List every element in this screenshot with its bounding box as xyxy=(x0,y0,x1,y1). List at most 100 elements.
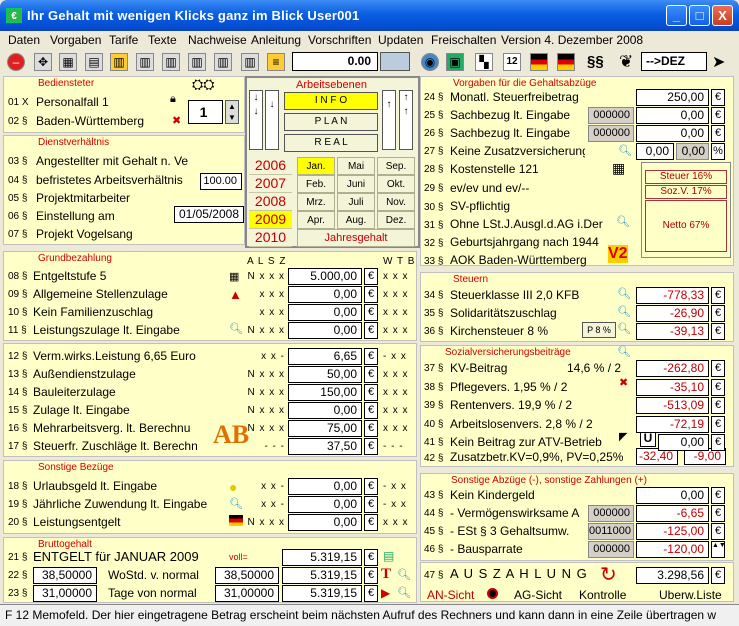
line-item-value[interactable]: 6,65 xyxy=(288,348,362,365)
projekt-label[interactable]: Projekt Vogelsang xyxy=(36,227,133,241)
kontrolle-button[interactable]: Kontrolle xyxy=(579,588,626,602)
magnifier-icon[interactable]: 🔍︎ xyxy=(397,568,411,581)
line-item-label[interactable]: Leistungsentgelt xyxy=(33,515,228,529)
year-2009[interactable]: 2009 xyxy=(249,211,292,229)
magnifier-icon[interactable]: 🔍︎ xyxy=(617,305,631,318)
tage-input[interactable]: 31,00000 xyxy=(33,585,97,602)
stack-icon[interactable]: ≡ xyxy=(267,53,285,71)
line-item-value[interactable]: 0,00 xyxy=(288,478,362,495)
flag-icon[interactable]: ◤ xyxy=(619,430,627,443)
an-sicht-button[interactable]: AN-Sicht xyxy=(427,588,474,602)
wostd-input[interactable]: 38,50000 xyxy=(33,567,97,584)
line-item-value[interactable]: 0,00 xyxy=(288,286,362,303)
abzug-label[interactable]: - Vermögenswirksame A xyxy=(450,506,590,520)
close-button[interactable]: X xyxy=(712,5,733,26)
sv-label[interactable]: Kein Beitrag zur ATV-Betrieb xyxy=(450,435,615,449)
spinner-arrows[interactable]: ▲▼ xyxy=(711,541,726,558)
abzug-label[interactable]: - ESt § 3 Gehaltsumw. xyxy=(450,524,590,538)
year-2007[interactable]: 2007 xyxy=(249,175,292,193)
sv-pflichtig-label[interactable]: SV-pflichtig xyxy=(450,199,510,213)
spinner-arrows[interactable]: ▲▼ xyxy=(225,100,239,124)
ueberweisungsliste-button[interactable]: Uberw.Liste xyxy=(659,588,722,602)
vorgabe-code[interactable]: 000000 xyxy=(588,107,634,124)
p8-button[interactable]: P 8 % xyxy=(582,322,616,338)
line-item-label[interactable]: Zulage lt. Eingabe xyxy=(33,403,228,417)
line-item-value[interactable]: 0,00 xyxy=(288,496,362,513)
info-button[interactable]: I N F O xyxy=(284,92,378,110)
ag-sicht-button[interactable]: AG-Sicht xyxy=(514,588,562,602)
magnifier-icon[interactable]: 🔍︎ xyxy=(618,144,632,157)
abzug-value[interactable]: -120,00 xyxy=(636,541,709,558)
beschaeftigung-label[interactable]: Angestellter mit Gehalt n. Ve xyxy=(36,154,241,168)
down-arrow-icon[interactable]: ↓ ↓ xyxy=(249,90,263,150)
german-flag-icon[interactable] xyxy=(530,53,548,71)
calculator-icon[interactable] xyxy=(380,52,410,71)
line-item-value[interactable]: 0,00 xyxy=(288,304,362,321)
abzug-code[interactable]: 000000 xyxy=(588,505,634,522)
grid-icon[interactable]: ▦ xyxy=(612,160,625,177)
maximize-button[interactable]: □ xyxy=(689,5,710,26)
menu-updaten[interactable]: Updaten xyxy=(378,33,423,47)
tt-icon[interactable]: T xyxy=(381,566,391,583)
sv-label[interactable]: Rentenvers. 19,9 % / 2 xyxy=(450,398,615,412)
warning-icon[interactable]: ▲ xyxy=(229,287,242,302)
menu-nachweise[interactable]: Nachweise xyxy=(188,33,247,47)
line-item-label[interactable]: Kein Familienzuschlag xyxy=(33,305,228,319)
line-item-label[interactable]: Leistungszulage lt. Eingabe xyxy=(33,323,228,337)
v2-icon[interactable]: V2 xyxy=(608,245,628,263)
menu-anleitung[interactable]: Anleitung xyxy=(251,33,301,47)
up-arrow-icon[interactable]: ↑ ↑ xyxy=(399,90,413,150)
line-item-value[interactable]: 0,00 xyxy=(288,322,362,339)
year-2006[interactable]: 2006 xyxy=(249,157,292,175)
line-item-label[interactable]: Außendienstzulage xyxy=(33,367,228,381)
printer-icon[interactable]: ▥ xyxy=(110,53,128,71)
binoculars-icon[interactable]: ⛭⛭ xyxy=(192,76,214,93)
month-juni[interactable]: Juni xyxy=(337,175,375,193)
steuer-label[interactable]: Steuerklasse III 2,0 KFB xyxy=(450,288,579,302)
line-item-label[interactable]: Entgeltstufe 5 xyxy=(33,269,228,283)
menu-freischalten[interactable]: Freischalten xyxy=(431,33,496,47)
month-aug[interactable]: Aug. xyxy=(337,211,375,229)
menu-texte[interactable]: Texte xyxy=(148,33,177,47)
steuer-label[interactable]: Solidaritätszuschlag xyxy=(450,306,557,320)
abzug-value[interactable]: -6,65 xyxy=(636,505,709,522)
printer-icon[interactable]: ▥ xyxy=(188,53,206,71)
line-item-label[interactable]: Steuerfr. Zuschläge lt. Berechn xyxy=(33,439,228,453)
printer-icon[interactable]: ▥ xyxy=(241,53,259,71)
personalfall-spinner[interactable]: 1 xyxy=(188,100,223,124)
line-item-label[interactable]: Allgemeine Stellenzulage xyxy=(33,287,228,301)
month-okt[interactable]: Okt. xyxy=(377,175,415,193)
checker-icon[interactable]: ▚ xyxy=(475,53,493,71)
dez-button[interactable]: -->DEZ xyxy=(641,52,707,71)
delete-icon[interactable]: ✖ xyxy=(172,114,181,127)
einstellung-date-input[interactable]: 01/05/2008 xyxy=(174,206,244,223)
magnifier-icon[interactable]: 🔍︎ xyxy=(617,345,631,358)
table-icon[interactable]: ▦ xyxy=(229,270,239,283)
line-item-value[interactable]: 0,00 xyxy=(288,514,362,531)
magnifier-icon[interactable]: 🔍︎ xyxy=(617,322,631,335)
printer-icon[interactable]: ▥ xyxy=(214,53,232,71)
globe-icon[interactable]: ◉ xyxy=(421,53,439,71)
up-arrow-icon[interactable]: ↑ xyxy=(382,90,396,150)
menu-daten[interactable]: Daten xyxy=(8,33,40,47)
magnifier-icon[interactable]: 🔍︎ xyxy=(616,215,630,228)
tage-normal-input[interactable]: 31,00000 xyxy=(215,585,279,602)
german-flag-icon[interactable] xyxy=(557,53,575,71)
vorgabe-input[interactable]: 0,00 xyxy=(636,143,674,160)
stop-icon[interactable]: – xyxy=(7,53,25,71)
vorgabe-label[interactable]: Monatl. Steuerfreibetrag xyxy=(450,90,585,104)
konfession-label[interactable]: ev/ev und ev/-- xyxy=(450,181,529,195)
bundesland-label[interactable]: Baden-Württemberg xyxy=(36,114,144,128)
month-sep[interactable]: Sep. xyxy=(377,157,415,175)
magnifier-icon[interactable]: 🔍︎ xyxy=(229,322,243,335)
abzug-value[interactable]: 0,00 xyxy=(636,487,709,504)
d-icon[interactable]: ▶ xyxy=(381,586,390,600)
vorgabe-value[interactable]: 0,00 xyxy=(636,107,709,124)
refresh-icon[interactable]: ↻ xyxy=(600,562,617,587)
steuer-label[interactable]: Kirchensteuer 8 % xyxy=(450,324,548,338)
abzug-value[interactable]: -125,00 xyxy=(636,523,709,540)
menu-vorschriften[interactable]: Vorschriften xyxy=(308,33,371,47)
projektmitarbeiter-label[interactable]: Projektmitarbeiter xyxy=(36,191,130,205)
u-box[interactable]: U xyxy=(640,430,656,447)
calendar-icon[interactable]: 12 xyxy=(503,53,521,71)
